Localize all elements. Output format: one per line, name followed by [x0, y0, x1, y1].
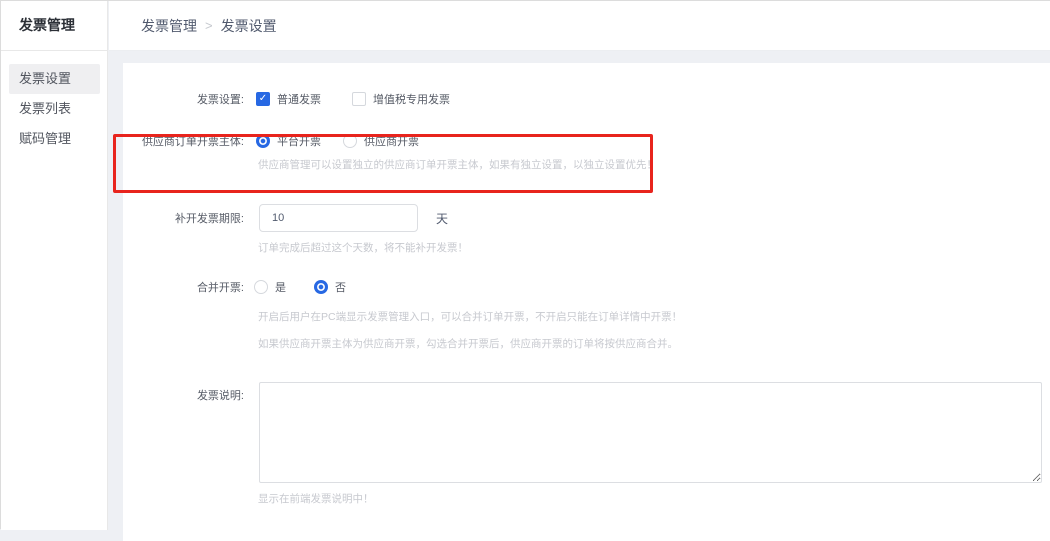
checkmark-icon: ✓ — [259, 94, 267, 104]
supplier-subject-options: 平台开票 供应商开票 — [256, 133, 419, 149]
merge-invoice-options: 是 否 — [254, 279, 346, 295]
radio-selected-icon[interactable] — [256, 134, 270, 148]
radio-selected-icon[interactable] — [314, 280, 328, 294]
sidebar-item-invoice-settings[interactable]: 发票设置 — [9, 64, 100, 94]
breadcrumb-separator-icon: > — [205, 18, 213, 33]
sidebar-nav: 发票设置 发票列表 赋码管理 — [1, 51, 107, 154]
checkbox-checked-icon[interactable]: ✓ — [256, 92, 270, 106]
radio-supplier-invoicing-label: 供应商开票 — [364, 133, 419, 149]
radio-merge-yes[interactable]: 是 — [254, 279, 286, 295]
reissue-deadline-label: 补开发票期限: — [123, 210, 244, 226]
supplier-subject-row: 供应商订单开票主体: 平台开票 供应商开票 — [123, 133, 1050, 149]
checkbox-ordinary-invoice-label: 普通发票 — [277, 91, 321, 107]
radio-platform-invoicing[interactable]: 平台开票 — [256, 133, 321, 149]
reissue-deadline-input[interactable] — [259, 204, 418, 232]
invoice-note-textarea[interactable] — [259, 382, 1042, 483]
radio-supplier-invoicing[interactable]: 供应商开票 — [343, 133, 419, 149]
top-header: 发票管理 > 发票设置 — [109, 1, 1050, 51]
radio-merge-no[interactable]: 否 — [314, 279, 346, 295]
radio-platform-invoicing-label: 平台开票 — [277, 133, 321, 149]
sidebar: 发票管理 发票设置 发票列表 赋码管理 — [1, 1, 108, 530]
invoice-type-options: ✓ 普通发票 增值税专用发票 — [256, 91, 450, 107]
radio-merge-yes-label: 是 — [275, 279, 286, 295]
reissue-deadline-tip: 订单完成后超过这个天数，将不能补开发票！ — [258, 240, 1050, 255]
invoice-note-label: 发票说明: — [123, 382, 244, 403]
invoice-settings-form: 发票设置: ✓ 普通发票 增值税专用发票 供应商订单开票主体: 平台开票 — [123, 63, 1050, 506]
radio-unselected-icon[interactable] — [254, 280, 268, 294]
invoice-note-tip: 显示在前端发票说明中！ — [258, 491, 1050, 506]
merge-invoice-row: 合并开票: 是 否 — [123, 279, 1050, 295]
breadcrumb-invoice-management[interactable]: 发票管理 — [141, 16, 197, 36]
supplier-subject-label: 供应商订单开票主体: — [123, 133, 244, 149]
sidebar-title: 发票管理 — [1, 1, 107, 51]
breadcrumb-invoice-settings: 发票设置 — [221, 16, 277, 36]
checkbox-vat-special-invoice-label: 增值税专用发票 — [373, 91, 450, 107]
sidebar-item-code-management[interactable]: 赋码管理 — [9, 124, 100, 154]
merge-invoice-tip-1: 开启后用户在PC端显示发票管理入口，可以合并订单开票，不开启只能在订单详情中开票… — [258, 309, 1050, 324]
checkbox-vat-special-invoice[interactable]: 增值税专用发票 — [352, 91, 450, 107]
breadcrumb: 发票管理 > 发票设置 — [109, 1, 1050, 50]
reissue-deadline-unit: 天 — [436, 210, 448, 227]
radio-merge-no-label: 否 — [335, 279, 346, 295]
settings-panel: 发票设置: ✓ 普通发票 增值税专用发票 供应商订单开票主体: 平台开票 — [123, 63, 1050, 541]
merge-invoice-tip-2: 如果供应商开票主体为供应商开票，勾选合并开票后，供应商开票的订单将按供应商合并。 — [258, 336, 1050, 351]
merge-invoice-label: 合并开票: — [123, 279, 244, 295]
radio-unselected-icon[interactable] — [343, 134, 357, 148]
sidebar-item-invoice-list[interactable]: 发票列表 — [9, 94, 100, 124]
checkbox-unchecked-icon[interactable] — [352, 92, 366, 106]
supplier-subject-tip: 供应商管理可以设置独立的供应商订单开票主体，如果有独立设置，以独立设置优先！ — [258, 157, 1050, 172]
invoice-note-row: 发票说明: — [123, 382, 1050, 483]
invoice-type-row: 发票设置: ✓ 普通发票 增值税专用发票 — [123, 91, 1050, 107]
checkbox-ordinary-invoice[interactable]: ✓ 普通发票 — [256, 91, 321, 107]
reissue-deadline-row: 补开发票期限: 天 — [123, 204, 1050, 232]
invoice-type-label: 发票设置: — [123, 91, 244, 107]
